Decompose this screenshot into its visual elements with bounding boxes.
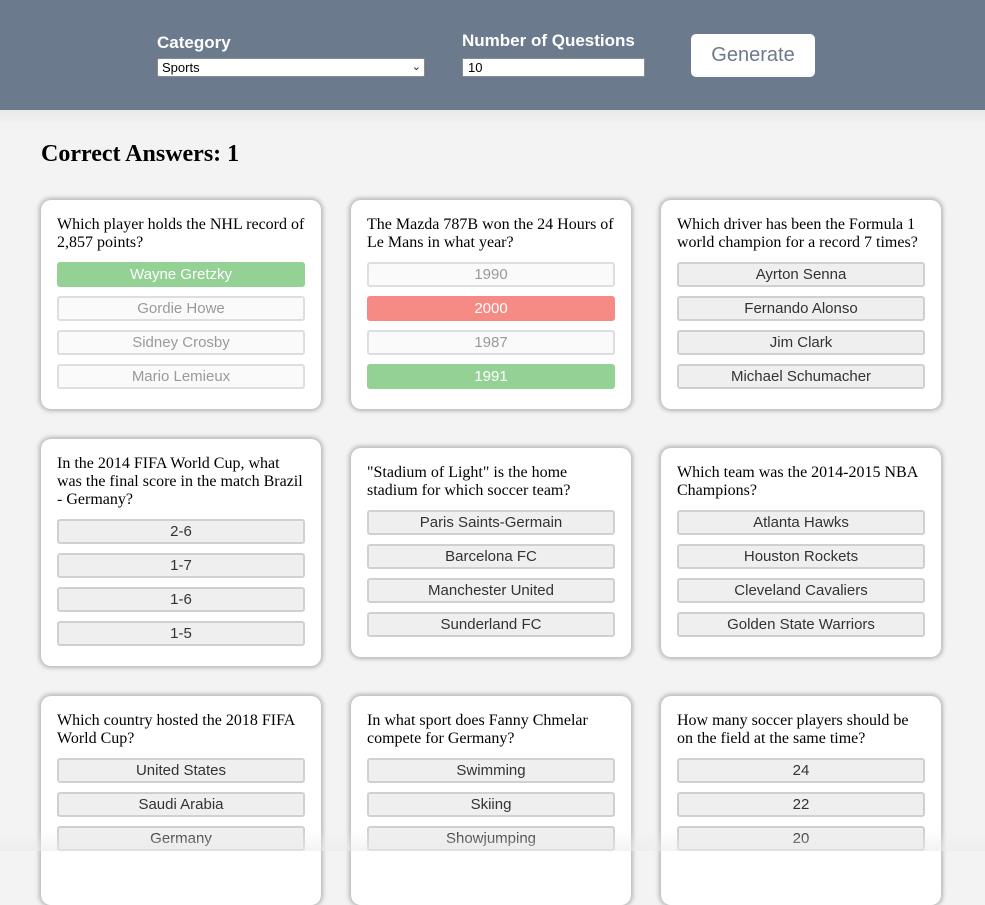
question-card: "Stadium of Light" is the home stadium f…	[351, 448, 631, 657]
question-text: In what sport does Fanny Chmelar compete…	[367, 712, 588, 747]
question-text: Which driver has been the Formula 1 worl…	[677, 216, 918, 251]
category-select[interactable]: Sports ⌄	[157, 58, 425, 77]
answer-button[interactable]: Michael Schumacher	[677, 364, 925, 389]
answer-button[interactable]: Paris Saints-Germain	[367, 510, 615, 535]
answer-button[interactable]: Saudi Arabia	[57, 792, 305, 817]
question-card: Which country hosted the 2018 FIFA World…	[41, 696, 321, 905]
question-text: How many soccer players should be on the…	[677, 712, 909, 747]
answer-button[interactable]: Manchester United	[367, 578, 615, 603]
answer-button[interactable]: 1987	[367, 330, 615, 355]
category-select-value: Sports	[162, 60, 200, 75]
question-text: The Mazda 787B won the 24 Hours of Le Ma…	[367, 216, 614, 251]
question-card: Which driver has been the Formula 1 worl…	[661, 200, 941, 409]
question-card: The Mazda 787B won the 24 Hours of Le Ma…	[351, 200, 631, 409]
question-card: In the 2014 FIFA World Cup, what was the…	[41, 439, 321, 666]
answer-button[interactable]: 20	[677, 826, 925, 851]
answer-button[interactable]: 2-6	[57, 519, 305, 544]
answer-button[interactable]: 1990	[367, 262, 615, 287]
header-shadow	[0, 110, 985, 124]
answer-button[interactable]: Atlanta Hawks	[677, 510, 925, 535]
answer-button[interactable]: 24	[677, 758, 925, 783]
answer-button[interactable]: Barcelona FC	[367, 544, 615, 569]
answer-button[interactable]: Wayne Gretzky	[57, 262, 305, 287]
answer-button[interactable]: 22	[677, 792, 925, 817]
answer-button[interactable]: Gordie Howe	[57, 296, 305, 321]
answer-button[interactable]: Golden State Warriors	[677, 612, 925, 637]
answer-button[interactable]: Showjumping	[367, 826, 615, 851]
question-text: In the 2014 FIFA World Cup, what was the…	[57, 455, 303, 508]
answer-button[interactable]: United States	[57, 758, 305, 783]
answer-button[interactable]: 1-7	[57, 553, 305, 578]
answer-button[interactable]: Skiing	[367, 792, 615, 817]
answer-button[interactable]: 1991	[367, 364, 615, 389]
answer-button[interactable]: 2000	[367, 296, 615, 321]
answer-button[interactable]: Cleveland Cavaliers	[677, 578, 925, 603]
answer-button[interactable]: Jim Clark	[677, 330, 925, 355]
correct-answers-count: Correct Answers: 1	[41, 141, 240, 167]
answer-button[interactable]: Ayrton Senna	[677, 262, 925, 287]
answer-button[interactable]: Houston Rockets	[677, 544, 925, 569]
question-text: Which country hosted the 2018 FIFA World…	[57, 712, 295, 747]
generate-button[interactable]: Generate	[691, 34, 815, 77]
answer-button[interactable]: Germany	[57, 826, 305, 851]
num-questions-input[interactable]: 10	[462, 58, 645, 77]
question-card: Which player holds the NHL record of 2,8…	[41, 200, 321, 409]
question-text: Which team was the 2014-2015 NBA Champio…	[677, 464, 918, 499]
chevron-down-icon: ⌄	[411, 61, 421, 73]
answer-button[interactable]: 1-5	[57, 621, 305, 646]
answer-button[interactable]: Swimming	[367, 758, 615, 783]
question-card: How many soccer players should be on the…	[661, 696, 941, 905]
answer-button[interactable]: Mario Lemieux	[57, 364, 305, 389]
answer-button[interactable]: Sunderland FC	[367, 612, 615, 637]
settings-header: Category Sports ⌄ Number of Questions 10…	[0, 0, 985, 110]
num-questions-label: Number of Questions	[462, 31, 635, 50]
question-card: Which team was the 2014-2015 NBA Champio…	[661, 448, 941, 657]
question-card: In what sport does Fanny Chmelar compete…	[351, 696, 631, 905]
answer-button[interactable]: Sidney Crosby	[57, 330, 305, 355]
category-label: Category	[157, 33, 231, 52]
question-text: Which player holds the NHL record of 2,8…	[57, 216, 305, 251]
answer-button[interactable]: 1-6	[57, 587, 305, 612]
question-text: "Stadium of Light" is the home stadium f…	[367, 464, 571, 499]
answer-button[interactable]: Fernando Alonso	[677, 296, 925, 321]
